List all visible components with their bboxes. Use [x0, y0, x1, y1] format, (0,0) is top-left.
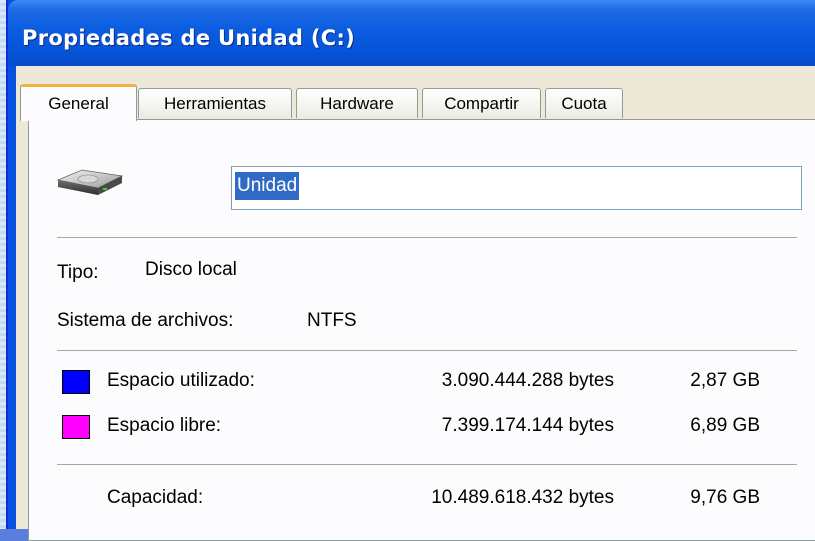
free-space-color-swatch [62, 415, 90, 439]
capacity-label: Capacidad: [107, 487, 204, 508]
file-system-value: NTFS [307, 310, 357, 331]
tab-herramientas[interactable]: Herramientas [138, 88, 292, 118]
hard-drive-icon [56, 169, 124, 195]
separator [57, 237, 797, 238]
capacity-size: 9,76 GB [690, 487, 760, 508]
file-system-label: Sistema de archivos: [57, 310, 234, 331]
used-space-color-swatch [62, 370, 90, 394]
used-space-label: Espacio utilizado: [107, 370, 255, 391]
separator [57, 464, 797, 465]
separator [57, 350, 797, 351]
used-space-size: 2,87 GB [690, 370, 760, 391]
tipo-label: Tipo: [57, 262, 99, 283]
tipo-value: Disco local [145, 259, 237, 280]
tab-cuota[interactable]: Cuota [545, 88, 623, 118]
capacity-bytes: 10.489.618.432 bytes [431, 487, 614, 508]
window-title: Propiedades de Unidad (C:) [22, 26, 356, 50]
tab-general[interactable]: General [20, 84, 137, 121]
tab-compartir[interactable]: Compartir [422, 88, 541, 118]
free-space-bytes: 7.399.174.144 bytes [441, 415, 614, 436]
drive-name-selected-text: Unidad [235, 172, 300, 200]
title-bar[interactable]: Propiedades de Unidad (C:) [8, 0, 815, 66]
free-space-size: 6,89 GB [690, 415, 760, 436]
tab-hardware[interactable]: Hardware [296, 88, 418, 118]
used-space-bytes: 3.090.444.288 bytes [441, 370, 614, 391]
free-space-label: Espacio libre: [107, 415, 222, 436]
drive-name-input[interactable]: Unidad [231, 166, 802, 210]
